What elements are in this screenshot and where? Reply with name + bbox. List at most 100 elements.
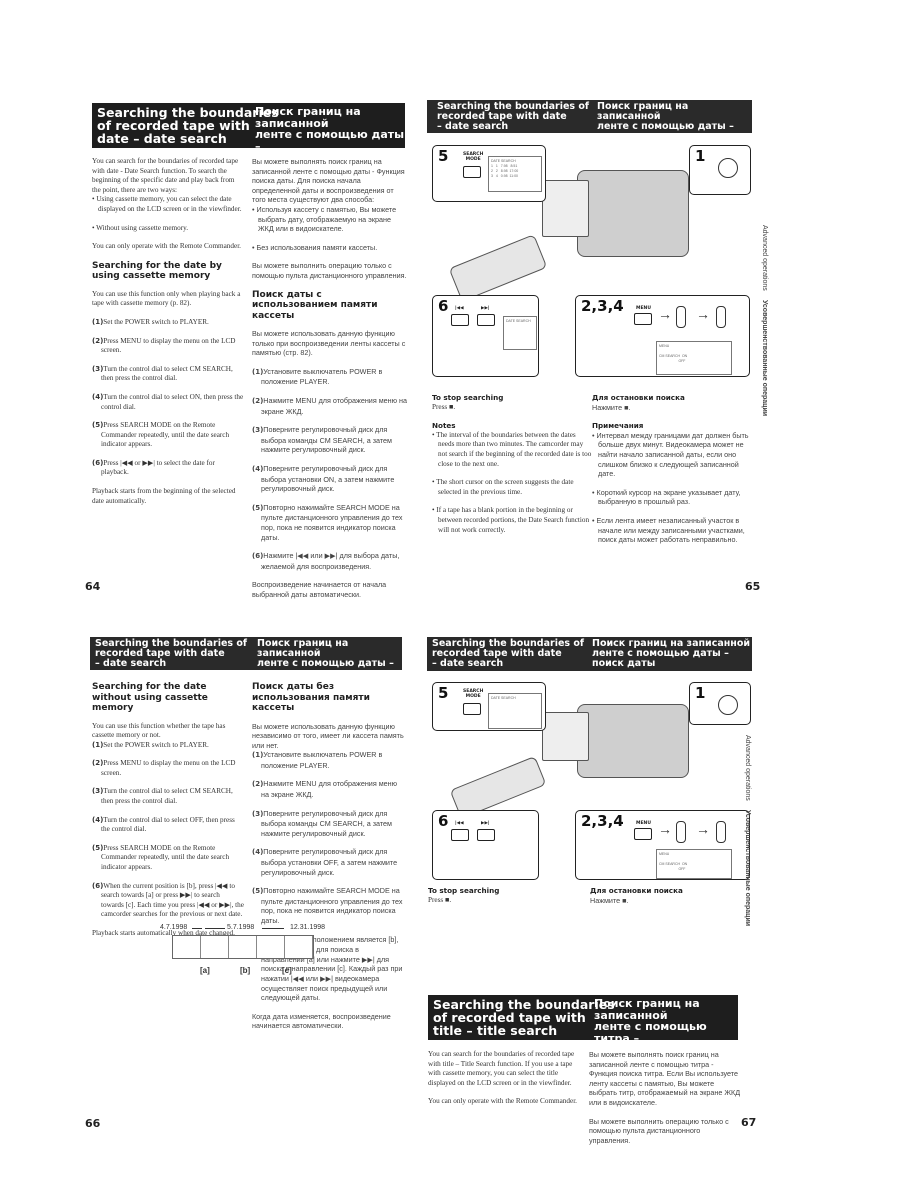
subheading: Searching for the date without using cas…: [92, 682, 208, 713]
step-item: (5)Повторно нажимайте SEARCH MODE на пул…: [252, 886, 404, 925]
stop-text: Нажмите ■.: [592, 402, 631, 412]
timeline-date: 12.31.1998: [290, 924, 326, 931]
step-number: (5): [252, 503, 264, 512]
intro-text: You can use this function whether the ta…: [92, 721, 226, 740]
header-title-en: Searching the boundaries of recorded tap…: [97, 105, 279, 147]
step-box-5: 5 SEARCH MODE DATE SEARCH 1 1 7.98 8:51 2 …: [432, 145, 546, 202]
intro-text: You can search for the boundaries of rec…: [92, 157, 239, 194]
header-title-ru: Поиск границ на записанной ленте с помощ…: [257, 638, 394, 679]
prev-button: [451, 828, 469, 841]
date-timeline-diagram: 4.7.1998 5.7.1998 12.31.1998 [a] [b] [c]: [160, 924, 340, 984]
arrow-icon: →: [658, 308, 672, 323]
stop-text: Нажмите ■.: [590, 895, 629, 905]
marker-a: [a]: [200, 966, 210, 975]
menu-button: [634, 827, 652, 840]
step-number: 5: [438, 684, 449, 703]
manual-spread: Searching the boundaries of recorded tap…: [0, 0, 918, 1188]
step-item: (3)Turn the control dial to select CM SE…: [92, 787, 244, 806]
step-text: Press SEARCH MODE on the Remote Commande…: [101, 421, 230, 449]
operation-illustration: 5 SEARCH MODE DATE SEARCH 1 1 7.98 8:51 2 …: [427, 140, 752, 380]
step-text: Press |◀◀ or ▶▶| to select the date for …: [101, 458, 215, 477]
step-number: (2): [252, 397, 264, 405]
step-box-1: 1: [689, 145, 751, 195]
step-box-6: 6 |◀◀ ▶▶|: [432, 809, 539, 880]
next-button: [477, 828, 495, 841]
step-text: Установите выключатель POWER в положение…: [261, 750, 383, 770]
step-number: (5): [92, 421, 104, 430]
step-item: (2)Нажмите MENU для отображения меню на …: [252, 779, 404, 799]
step-number: (2): [92, 336, 104, 345]
section-header: Searching the boundaries of recorded tap…: [427, 637, 752, 671]
step-number: 6: [438, 297, 449, 315]
control-dial-icon: [676, 306, 686, 328]
step-text: Поверните регулировочный диск для выбора…: [261, 463, 395, 494]
intro-text: Вы можете выполнять поиск границ на запи…: [252, 157, 405, 205]
step-text: Нажмите MENU для отображения меню на экр…: [261, 396, 407, 416]
intro-text: You can search for the boundaries of rec…: [428, 1050, 575, 1087]
date-search-screen: DATE SEARCH: [503, 316, 537, 350]
date-search-screen: DATE SEARCH: [488, 693, 542, 730]
step-number: 1: [695, 684, 706, 703]
side-label-en: Advanced operations: [761, 225, 768, 291]
step-text: Установите выключатель POWER в положение…: [261, 366, 383, 387]
remote-note: Вы можете выполнить операцию только с по…: [252, 261, 407, 280]
header-title-en: Searching the boundaries of recorded tap…: [433, 997, 615, 1039]
stop-text: Press ■.: [428, 895, 452, 904]
column-en: Searching for the date without using cas…: [92, 682, 244, 948]
note-item: • Короткий курсор на экране указывает да…: [592, 487, 741, 507]
step-number: 2,3,4: [581, 297, 624, 315]
step-item: (5)Повторно нажимайте SEARCH MODE на пул…: [252, 503, 407, 542]
step-number: (4): [92, 815, 104, 824]
remote-note: You can only operate with the Remote Com…: [92, 242, 241, 251]
step-item: (4)Turn the control dial to select ON, t…: [92, 393, 244, 412]
notes-heading: Notes: [432, 421, 456, 431]
step-text: Turn the control dial to select ON, then…: [101, 392, 244, 411]
sub-intro: Вы можете использовать данную функцию то…: [252, 329, 406, 358]
timeline-date: 5.7.1998: [227, 924, 255, 931]
step-item: (1)Set the POWER switch to PLAYER.: [92, 741, 244, 751]
header-title-en: Searching the boundaries of recorded tap…: [95, 638, 248, 669]
menu-screen: MENU CM SEARCH ON OFF: [656, 849, 732, 879]
search-mode-button: [463, 166, 481, 178]
menu-screen-title: MENU: [659, 344, 670, 348]
column-en: To stop searching Press ■.: [428, 886, 588, 914]
header-title-en: Searching the boundaries of recorded tap…: [432, 638, 585, 669]
step-number: (6): [92, 458, 104, 467]
lcd-panel: [542, 180, 589, 237]
stop-heading: Для остановки поиска: [590, 886, 683, 895]
column-ru: Вы можете выполнять поиск границ на запи…: [589, 1050, 741, 1154]
step-item: (3)Поверните регулировочный диск для выб…: [252, 425, 407, 455]
step-number: (3): [252, 809, 264, 818]
step-number: (4): [252, 464, 264, 473]
remote-note: You can only operate with the Remote Com…: [428, 1097, 577, 1106]
step-text: Turn the control dial to select CM SEARC…: [101, 364, 233, 383]
step-item: (2)Нажмите MENU для отображения меню на …: [252, 396, 407, 416]
next-icon: ▶▶|: [481, 820, 490, 826]
step-number: (1): [252, 751, 264, 760]
step-text: Нажмите MENU для отображения меню на экр…: [261, 779, 398, 800]
step-box-1: 1: [689, 682, 751, 726]
step-item: (2)Press MENU to display the menu on the…: [92, 337, 244, 356]
outro-text: Когда дата изменяется, воспроизведение н…: [252, 1011, 391, 1031]
step-box-5: 5 SEARCH MODE DATE SEARCH: [432, 682, 546, 731]
control-dial-icon: [716, 306, 726, 328]
note-item: • Если лента имеет незаписанный участок …: [592, 515, 745, 545]
header-title-ru: Поиск границ на записанной ленте с помощ…: [597, 101, 734, 142]
timeline-date: 4.7.1998: [160, 924, 188, 931]
stop-text: Press ■.: [432, 402, 456, 411]
intro-text: Вы можете выполнять поиск границ на запи…: [589, 1050, 741, 1107]
menu-label: MENU: [636, 306, 651, 311]
step-item: (4)Поверните регулировочный диск для выб…: [252, 847, 404, 877]
remote-commander: [448, 234, 548, 302]
note-item: • Интервал между границами дат должен бы…: [592, 430, 749, 479]
search-mode-button: [463, 703, 481, 716]
step-number: 5: [438, 147, 449, 165]
note-item: • The interval of the boundaries between…: [432, 430, 592, 468]
arrow-icon: →: [696, 822, 710, 838]
step-number: (3): [252, 426, 264, 435]
steps-list: (1)Установите выключатель POWER в положе…: [252, 367, 407, 572]
step-text: Set the POWER switch to PLAYER.: [103, 740, 209, 749]
prev-icon: |◀◀: [455, 306, 464, 311]
step-number: 6: [438, 811, 449, 830]
screen-title: DATE SEARCH: [506, 319, 531, 323]
